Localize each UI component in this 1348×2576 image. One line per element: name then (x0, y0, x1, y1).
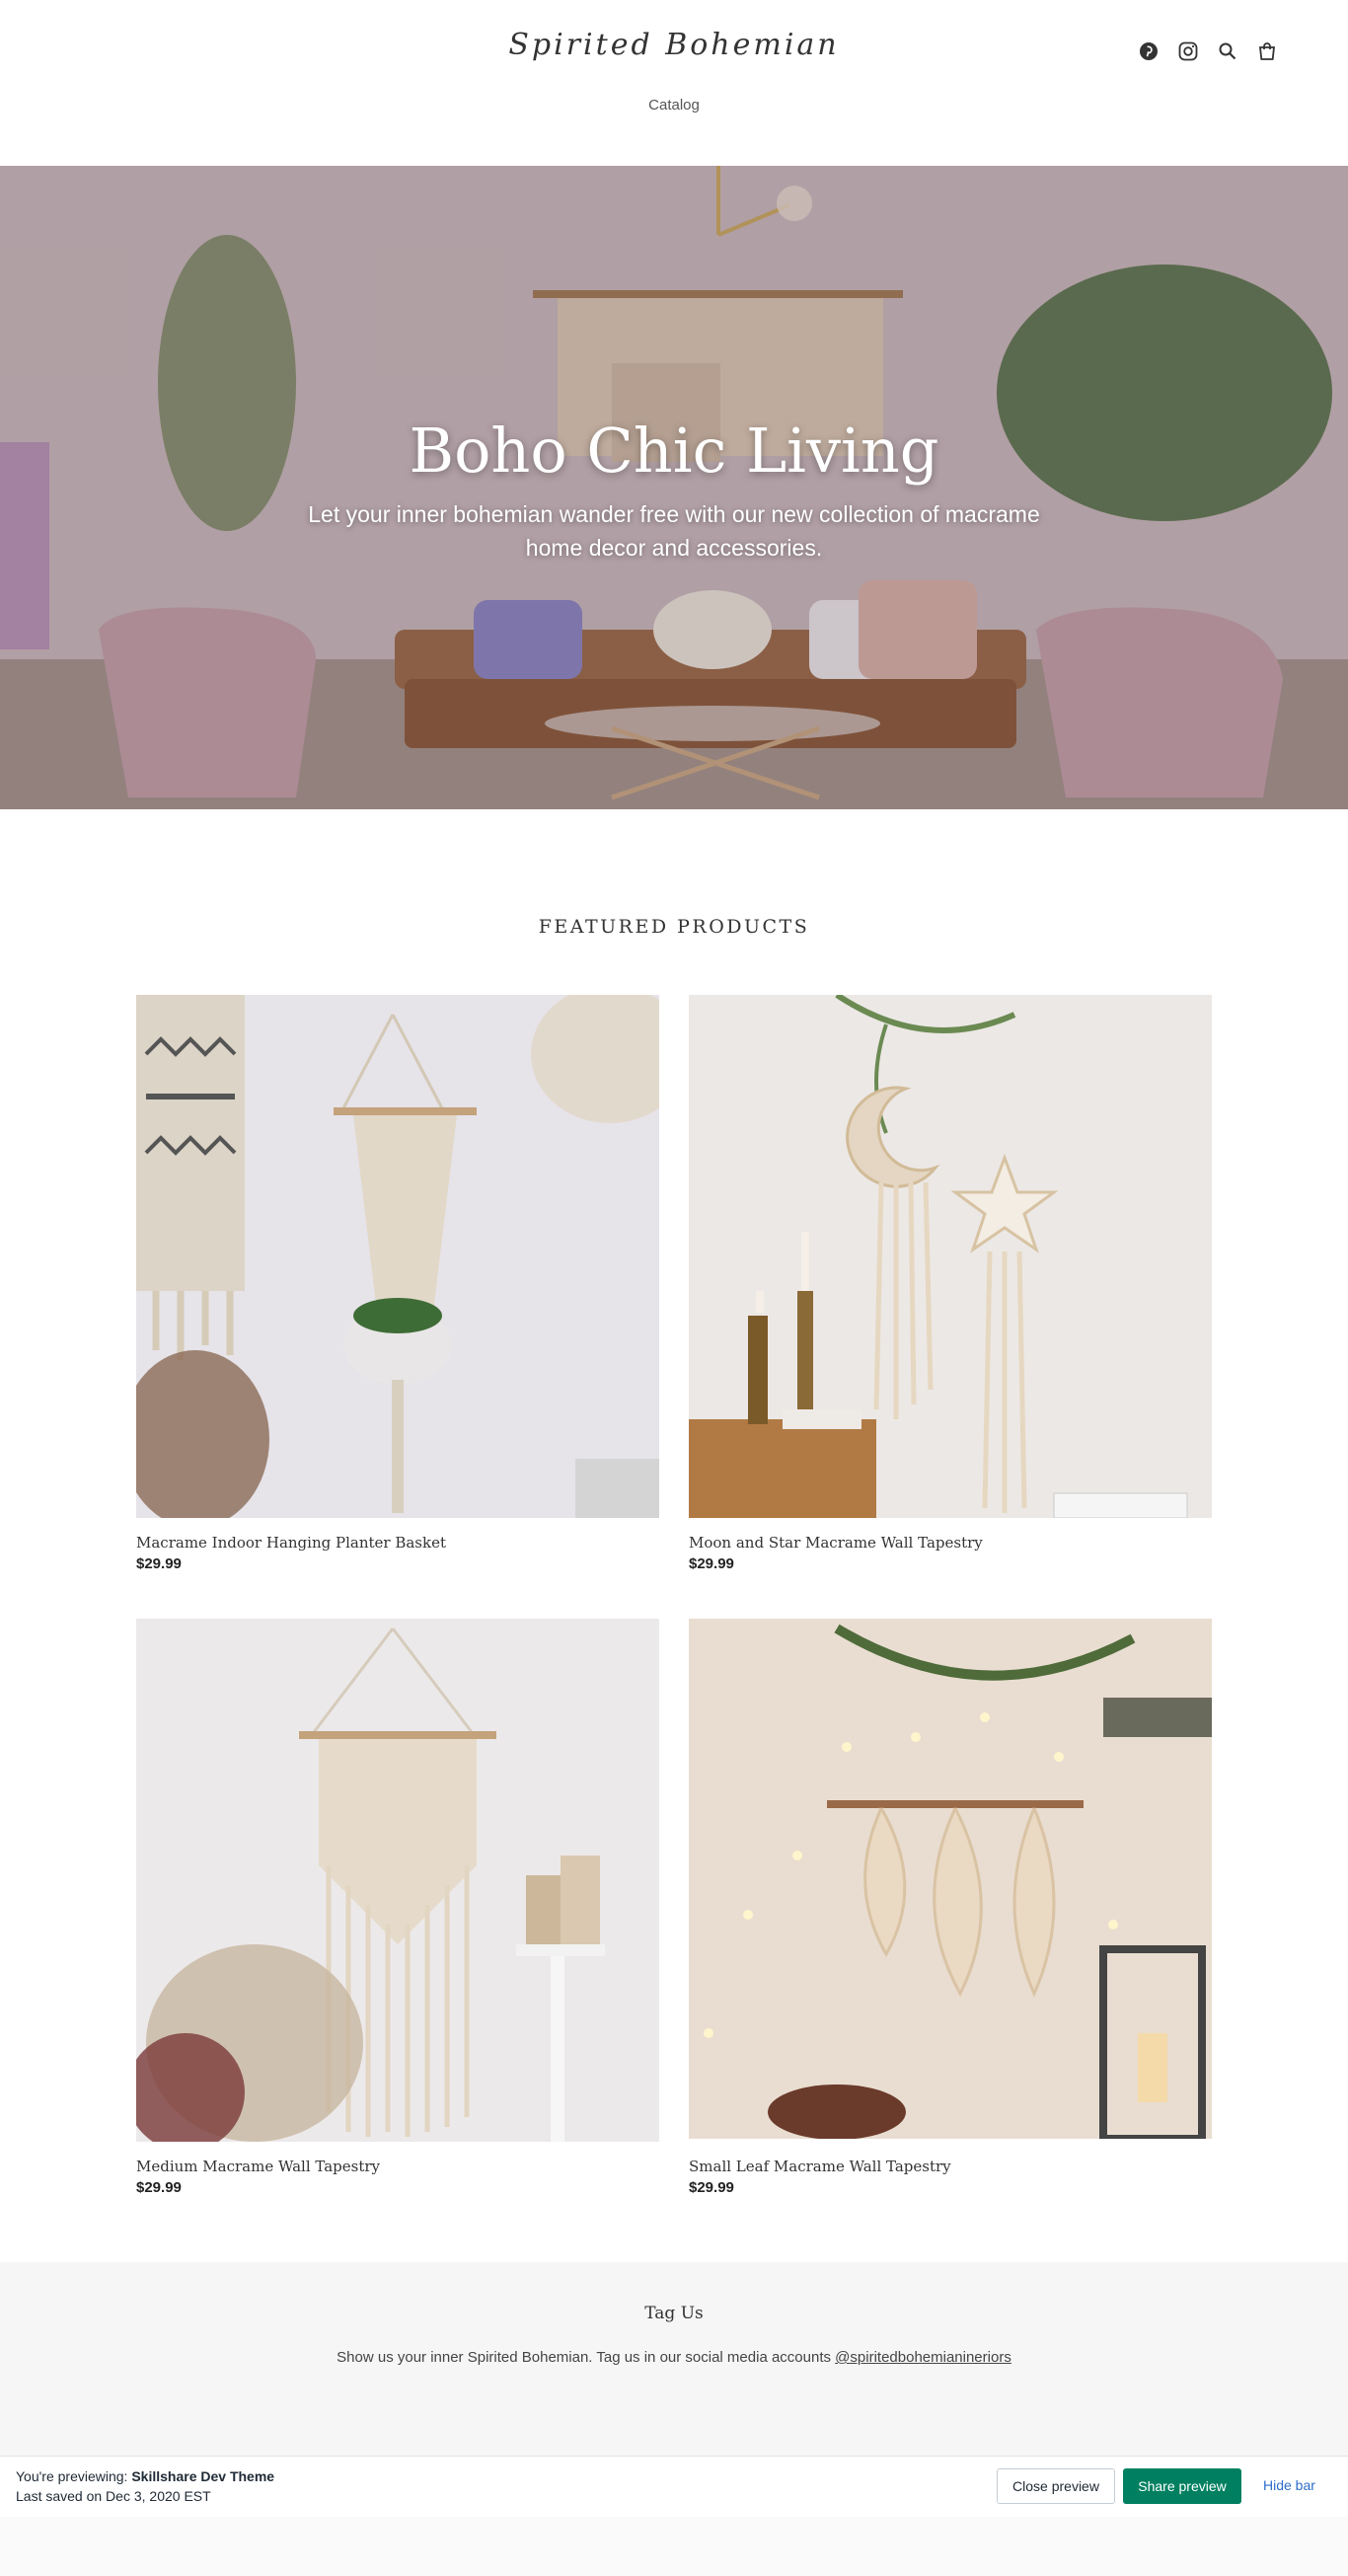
product-image[interactable] (136, 995, 659, 1518)
search-icon[interactable] (1208, 38, 1247, 65)
product-card[interactable]: Moon and Star Macrame Wall Tapestry $29.… (689, 995, 1212, 1572)
product-name[interactable]: Medium Macrame Wall Tapestry (136, 2158, 659, 2175)
product-name[interactable]: Macrame Indoor Hanging Planter Basket (136, 1534, 659, 1552)
hide-bar-link[interactable]: Hide bar (1263, 2477, 1315, 2493)
main-nav: Catalog (0, 97, 1348, 114)
theme-name: Skillshare Dev Theme (131, 2468, 275, 2484)
product-price: $29.99 (136, 2179, 182, 2196)
instagram-icon[interactable] (1168, 38, 1208, 65)
previewing-label: You're previewing: (16, 2468, 128, 2484)
page-bottom (0, 2517, 1348, 2576)
hero-title: Boho Chic Living (409, 415, 939, 487)
product-price: $29.99 (689, 1555, 734, 1572)
nav-item-catalog[interactable]: Catalog (648, 97, 700, 114)
preview-bar: You're previewing: Skillshare Dev Theme … (0, 2456, 1348, 2517)
featured-products-heading: FEATURED PRODUCTS (538, 916, 810, 938)
last-saved: Last saved on Dec 3, 2020 EST (16, 2488, 211, 2504)
social-handle-link[interactable]: @spiritedbohemianineriors (835, 2349, 1011, 2366)
product-image[interactable] (689, 995, 1212, 1518)
hero-banner: Boho Chic Living Let your inner bohemian… (0, 166, 1348, 809)
close-preview-button[interactable]: Close preview (997, 2468, 1115, 2504)
product-card[interactable]: Small Leaf Macrame Wall Tapestry $29.99 (689, 1619, 1212, 2196)
hero-overlay (0, 166, 1348, 809)
preview-info: You're previewing: Skillshare Dev Theme (16, 2468, 274, 2484)
tag-us-section: Tag Us Show us your inner Spirited Bohem… (0, 2262, 1348, 2456)
tag-us-title: Tag Us (644, 2304, 704, 2323)
cart-icon[interactable] (1247, 38, 1287, 65)
tag-us-description: Show us your inner Spirited Bohemian. Ta… (337, 2349, 831, 2366)
product-price: $29.99 (136, 1555, 182, 1572)
site-header: Spirited Bohemian Catalog (0, 0, 1348, 166)
hero-subtitle: Let your inner bohemian wander free with… (308, 501, 1040, 561)
product-image[interactable] (689, 1619, 1212, 2142)
pinterest-icon[interactable] (1129, 38, 1168, 65)
product-name[interactable]: Small Leaf Macrame Wall Tapestry (689, 2158, 1212, 2175)
tag-us-text: Show us your inner Spirited Bohemian. Ta… (0, 2349, 1348, 2366)
product-card[interactable]: Macrame Indoor Hanging Planter Basket $2… (136, 995, 659, 1572)
share-preview-button[interactable]: Share preview (1123, 2468, 1241, 2504)
product-image[interactable] (136, 1619, 659, 2142)
header-icons (1129, 38, 1287, 65)
product-name[interactable]: Moon and Star Macrame Wall Tapestry (689, 1534, 1212, 1552)
product-card[interactable]: Medium Macrame Wall Tapestry $29.99 (136, 1619, 659, 2196)
product-price: $29.99 (689, 2179, 734, 2196)
